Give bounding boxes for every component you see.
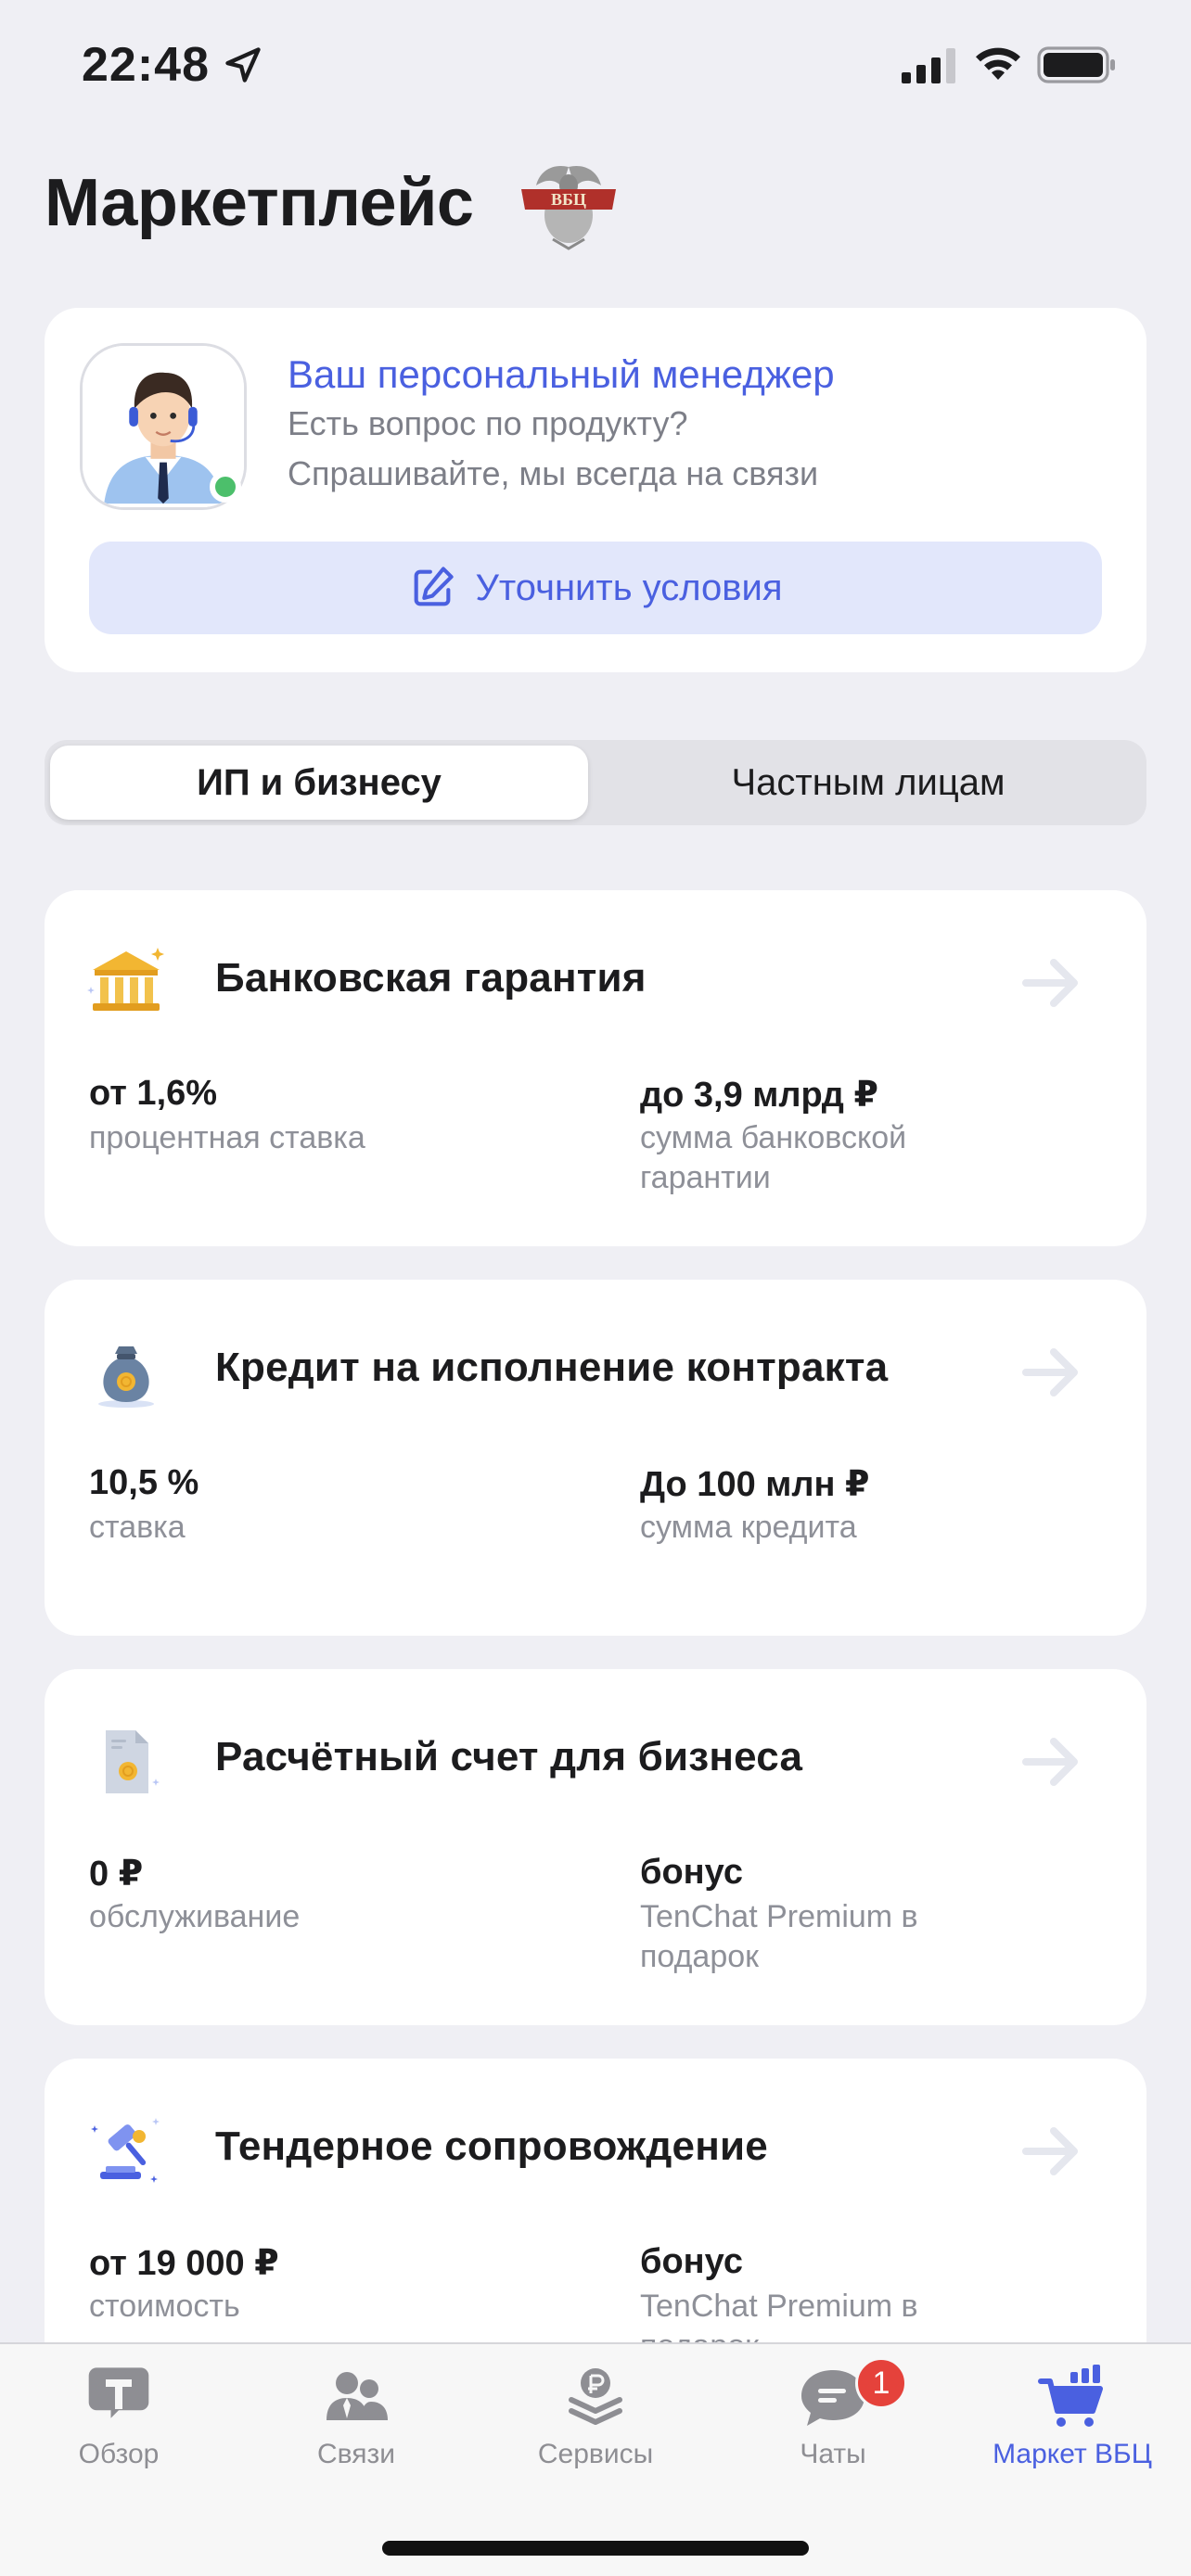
location-arrow-icon [225,47,261,83]
manager-card-subtitle-1: Есть вопрос по продукту? [288,404,688,442]
product-card-business-account[interactable]: Расчётный счет для бизнеса 0 ₽ обслужива… [45,1669,1146,2025]
product-title: Кредит на исполнение контракта [215,1345,889,1390]
product-left-value: от 1,6% [89,1074,218,1113]
t-logo-icon [88,2367,149,2418]
page-title: Маркетплейс [45,166,474,240]
money-bag-icon [98,1346,154,1408]
manager-card-subtitle-2: Спрашивайте, мы всегда на связи [288,454,819,492]
home-indicator [382,2541,809,2556]
document-coin-icon [106,1730,160,1793]
product-left-caption: процентная ставка [89,1120,365,1155]
product-card-bank-guarantee[interactable]: Банковская гарантия от 1,6% процентная с… [45,890,1146,1246]
status-bar: 22:48 [0,0,1191,130]
vbc-logo-icon: ВБЦ [521,165,616,250]
product-title: Банковская гарантия [215,955,647,1001]
tab-connections[interactable]: Связи [245,2365,467,2485]
arrow-right-icon[interactable] [1022,1346,1082,1398]
tab-bar: Обзор Связи Сервисы Чаты 1 Маркет ВБЦ [0,2342,1191,2576]
product-left-value: 10,5 % [89,1463,199,1502]
arrow-right-icon[interactable] [1022,2125,1082,2177]
product-right-caption: сумма кредита [640,1510,857,1545]
manager-card: Ваш персональный менеджер Есть вопрос по… [45,308,1146,672]
tab-services[interactable]: Сервисы [484,2365,707,2485]
wifi-icon [976,47,1020,80]
online-status-dot [210,471,241,503]
product-card-contract-loan[interactable]: Кредит на исполнение контракта 10,5 % ст… [45,1280,1146,1636]
product-right-value: бонус [640,2242,743,2281]
bank-icon [87,948,164,1011]
clarify-terms-button[interactable]: Уточнить условия [89,542,1102,634]
status-time: 22:48 [82,38,210,92]
product-title: Тендерное сопровождение [215,2123,768,2169]
product-title: Расчётный счет для бизнеса [215,1734,803,1779]
audience-segmented-control: ИП и бизнесу Частным лицам [45,740,1146,825]
product-right-value: до 3,9 млрд ₽ [640,1076,878,1115]
tab-chats[interactable]: Чаты 1 [722,2357,944,2485]
logo-text: ВБЦ [551,190,586,209]
tab-overview[interactable]: Обзор [7,2365,230,2485]
clarify-terms-label: Уточнить условия [475,567,783,608]
gavel-icon [91,2118,160,2183]
segment-business[interactable]: ИП и бизнесу [50,746,588,820]
tab-market-vbc[interactable]: Маркет ВБЦ [961,2365,1184,2485]
arrow-right-icon[interactable] [1022,1736,1082,1788]
tab-label: Связи [316,2439,396,2469]
segment-individuals[interactable]: Частным лицам [596,746,1141,820]
people-icon [327,2372,388,2420]
unread-badge: 1 [855,2357,907,2409]
cellular-signal-icon [902,48,955,83]
product-left-caption: стоимость [89,2289,240,2324]
arrow-right-icon[interactable] [1022,957,1082,1009]
product-right-caption: сумма банковской гарантии [640,1120,907,1195]
battery-icon [1037,46,1115,83]
tab-label: Обзор [78,2439,160,2469]
tab-label: Сервисы [537,2439,654,2469]
product-left-caption: ставка [89,1510,186,1545]
product-right-value: бонус [640,1853,743,1892]
cart-icon [1038,2365,1103,2427]
edit-icon [415,567,455,606]
product-right-caption: TenChat Premium в подарок [640,1899,918,1974]
product-right-value: До 100 млн ₽ [640,1465,870,1504]
product-left-value: 0 ₽ [89,1855,144,1894]
product-left-caption: обслуживание [89,1899,301,1934]
ruble-stack-icon [569,2368,622,2425]
manager-card-title[interactable]: Ваш персональный менеджер [288,352,835,397]
tab-label: Маркет ВБЦ [992,2439,1152,2469]
product-left-value: от 19 000 ₽ [89,2244,279,2283]
tab-label: Чаты [800,2439,866,2469]
